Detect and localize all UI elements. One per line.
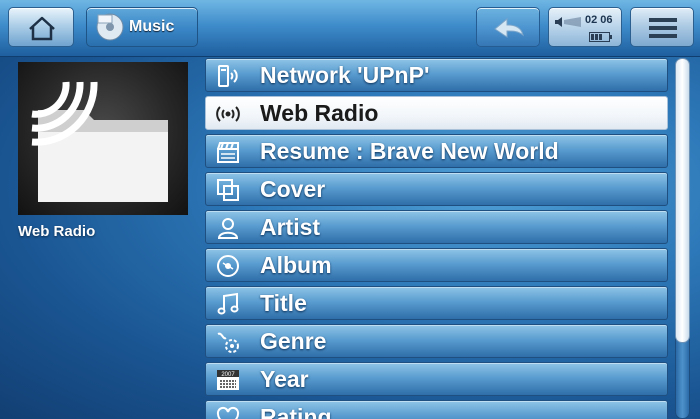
status-panel: 02 06 bbox=[548, 7, 622, 47]
selected-item-label: Web Radio bbox=[18, 223, 96, 240]
music-folder-icon bbox=[96, 13, 124, 41]
radio-waves-icon bbox=[216, 106, 240, 122]
list-item-year[interactable]: 2007 Year bbox=[205, 362, 668, 396]
page-title: Music bbox=[129, 18, 175, 35]
list-item-genre[interactable]: Genre bbox=[205, 324, 668, 358]
clapperboard-icon bbox=[217, 142, 239, 163]
list-item-title[interactable]: Title bbox=[205, 286, 668, 320]
list-item-cover[interactable]: Cover bbox=[205, 172, 668, 206]
list-item-rating[interactable]: Rating bbox=[205, 400, 668, 419]
album-art bbox=[18, 62, 188, 215]
top-bar: Music 02 06 bbox=[0, 0, 700, 57]
home-icon bbox=[29, 16, 55, 41]
title-button[interactable]: Music bbox=[86, 7, 198, 47]
music-note-icon bbox=[217, 292, 239, 315]
scrollbar-thumb[interactable] bbox=[675, 58, 690, 343]
menu-button[interactable] bbox=[630, 7, 694, 47]
back-button[interactable] bbox=[476, 7, 540, 47]
volume-icon bbox=[555, 17, 581, 27]
network-upnp-icon bbox=[218, 65, 238, 87]
home-button[interactable] bbox=[8, 7, 74, 47]
menu-list: Network 'UPnP' Web Radio Resume : Brave … bbox=[205, 58, 668, 419]
artist-icon bbox=[217, 218, 239, 239]
battery-icon bbox=[589, 32, 612, 42]
list-item-network-upnp[interactable]: Network 'UPnP' bbox=[205, 58, 668, 92]
cover-icon bbox=[217, 179, 239, 201]
genre-icon bbox=[217, 332, 239, 353]
back-arrow-icon bbox=[494, 17, 524, 38]
heart-icon bbox=[216, 406, 240, 419]
menu-icon bbox=[649, 18, 677, 38]
clock-time: 02 06 bbox=[585, 14, 613, 26]
list-item-album[interactable]: Album bbox=[205, 248, 668, 282]
svg-text:2007: 2007 bbox=[221, 372, 235, 378]
calendar-icon: 2007 bbox=[217, 370, 239, 390]
list-item-artist[interactable]: Artist bbox=[205, 210, 668, 244]
list-item-resume[interactable]: Resume : Brave New World bbox=[205, 134, 668, 168]
web-radio-folder-icon bbox=[31, 81, 168, 202]
list-item-web-radio[interactable]: Web Radio bbox=[205, 96, 668, 130]
album-disc-icon bbox=[217, 255, 239, 277]
